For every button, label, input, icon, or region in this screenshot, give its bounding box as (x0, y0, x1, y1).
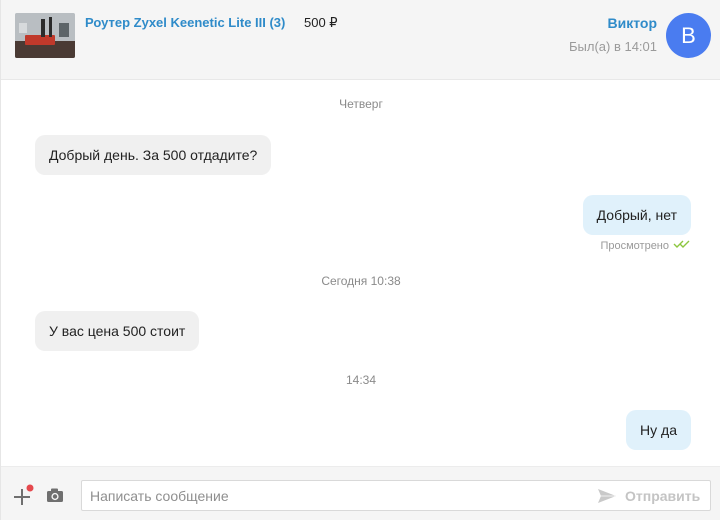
send-button-label: Отправить (625, 487, 701, 504)
read-status-label: Просмотрено (600, 239, 669, 252)
camera-button[interactable] (45, 485, 65, 505)
camera-icon (47, 488, 63, 502)
double-check-icon (673, 239, 691, 252)
incoming-message: У вас цена 500 стоит (35, 311, 200, 351)
last-seen-status: Был(а) в 14:01 (568, 39, 657, 54)
outgoing-message: Ну да (626, 410, 691, 450)
message-list: Четверг Добрый день. За 500 отдадите? До… (1, 80, 720, 466)
composer-bar: Отправить (1, 466, 720, 520)
date-separator: Сегодня 10:38 (321, 274, 401, 288)
listing-title-link[interactable]: Роутер Zyxel Keenetic Lite III (3) (85, 15, 285, 30)
listing-thumbnail[interactable] (15, 13, 75, 58)
outgoing-message: Добрый, нет (582, 195, 691, 235)
date-separator: Четверг (339, 97, 383, 111)
user-name-link[interactable]: Виктор (608, 15, 658, 31)
listing-price: 500 ₽ (304, 15, 338, 30)
time-separator: 14:34 (345, 373, 377, 387)
send-button[interactable]: Отправить (597, 481, 700, 510)
avatar[interactable]: В (666, 13, 711, 58)
chat-header: Роутер Zyxel Keenetic Lite III (3) 500 ₽… (1, 0, 720, 80)
incoming-message: Добрый день. За 500 отдадите? (35, 135, 272, 175)
paper-plane-icon (598, 488, 616, 503)
chat-window: Роутер Zyxel Keenetic Lite III (3) 500 ₽… (0, 0, 720, 520)
attach-button[interactable] (11, 484, 35, 506)
plus-icon (14, 484, 34, 505)
read-receipt: Просмотрено (600, 239, 691, 252)
